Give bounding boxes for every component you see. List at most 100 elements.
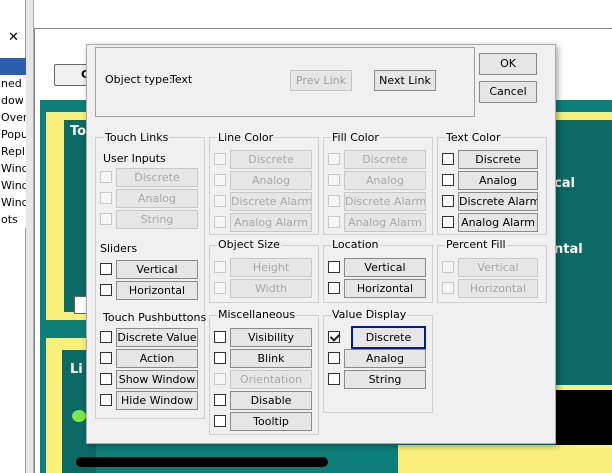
object-type-value: Text <box>170 73 193 86</box>
misc-visibility-button[interactable]: Visibility <box>230 328 312 347</box>
text-color-discrete-checkbox[interactable] <box>442 153 454 165</box>
next-link-button[interactable]: Next Link <box>374 70 436 91</box>
value-display-analog-checkbox[interactable] <box>328 352 340 364</box>
list-item[interactable]: ned <box>0 75 26 92</box>
line-color-title: Line Color <box>217 131 275 144</box>
misc-orientation-button[interactable]: Orientation <box>230 370 312 389</box>
touch-links-title: Touch Links <box>104 131 170 144</box>
pushbutton-discrete-value-button[interactable]: Discrete Value <box>116 328 198 347</box>
value-display-discrete-button[interactable]: Discrete <box>351 326 426 349</box>
value-display-string-button[interactable]: String <box>344 370 426 389</box>
pushbutton-action-checkbox[interactable] <box>100 352 112 364</box>
pushbutton-hide-window-checkbox[interactable] <box>100 394 112 406</box>
pushbutton-hide-window-button[interactable]: Hide Window <box>116 391 198 410</box>
misc-blink-checkbox[interactable] <box>214 352 226 364</box>
misc-tooltip-button[interactable]: Tooltip <box>230 412 312 431</box>
text-color-discrete-button[interactable]: Discrete <box>458 150 538 169</box>
line-color-analog-checkbox[interactable] <box>214 174 226 186</box>
prev-link-button[interactable]: Prev Link <box>290 70 352 91</box>
bg-text: ntal <box>554 242 583 257</box>
text-color-discrete-alarm-button[interactable]: Discrete Alarm <box>458 192 538 211</box>
c-button[interactable]: C <box>54 64 89 86</box>
list-item[interactable] <box>0 58 26 75</box>
percent-fill-vertical-button[interactable]: Vertical <box>458 258 538 277</box>
pushbutton-show-window-checkbox[interactable] <box>100 373 112 385</box>
user-inputs-string-button[interactable]: String <box>116 210 198 229</box>
location-horizontal-checkbox[interactable] <box>328 282 340 294</box>
location-vertical-checkbox[interactable] <box>328 261 340 273</box>
text-color-analog-alarm-button[interactable]: Analog Alarm <box>458 213 538 232</box>
line-color-discrete-alarm-checkbox[interactable] <box>214 195 226 207</box>
user-inputs-title: User Inputs <box>103 152 166 165</box>
misc-blink-button[interactable]: Blink <box>230 349 312 368</box>
misc-visibility-checkbox[interactable] <box>214 331 226 343</box>
user-inputs-discrete-button[interactable]: Discrete <box>116 168 198 187</box>
touch-pushbuttons-title: Touch Pushbuttons <box>103 311 207 324</box>
fill-color-discrete-checkbox[interactable] <box>328 153 340 165</box>
text-color-discrete-alarm-checkbox[interactable] <box>442 195 454 207</box>
user-inputs-analog-checkbox[interactable] <box>100 192 112 204</box>
object-size-title: Object Size <box>217 238 281 251</box>
sliders-horizontal-checkbox[interactable] <box>100 284 112 296</box>
miscellaneous-title: Miscellaneous <box>217 308 297 321</box>
sliders-vertical-checkbox[interactable] <box>100 263 112 275</box>
window-list: ned dow Over Popu Repl Wind Wind Wind ot… <box>0 58 26 228</box>
user-inputs-analog-button[interactable]: Analog <box>116 189 198 208</box>
list-item[interactable]: Over <box>0 109 26 126</box>
text-color-analog-alarm-checkbox[interactable] <box>442 216 454 228</box>
user-inputs-string-checkbox[interactable] <box>100 213 112 225</box>
text-color-analog-button[interactable]: Analog <box>458 171 538 190</box>
list-item[interactable]: Wind <box>0 160 26 177</box>
line-color-analog-alarm-checkbox[interactable] <box>214 216 226 228</box>
line-color-discrete-alarm-button[interactable]: Discrete Alarm <box>230 192 312 211</box>
location-horizontal-button[interactable]: Horizontal <box>344 279 426 298</box>
ok-button[interactable]: OK <box>479 53 537 75</box>
pushbutton-discrete-value-checkbox[interactable] <box>100 331 112 343</box>
line-color-discrete-checkbox[interactable] <box>214 153 226 165</box>
misc-orientation-checkbox[interactable] <box>214 373 226 385</box>
misc-tooltip-checkbox[interactable] <box>214 415 226 427</box>
object-size-width-checkbox[interactable] <box>214 282 226 294</box>
object-size-height-checkbox[interactable] <box>214 261 226 273</box>
value-display-string-checkbox[interactable] <box>328 373 340 385</box>
list-item[interactable]: Popu <box>0 126 26 143</box>
line-color-analog-alarm-button[interactable]: Analog Alarm <box>230 213 312 232</box>
user-inputs-discrete-checkbox[interactable] <box>100 171 112 183</box>
cancel-button[interactable]: Cancel <box>479 81 537 103</box>
value-display-analog-button[interactable]: Analog <box>344 349 426 368</box>
fill-color-discrete-alarm-checkbox[interactable] <box>328 195 340 207</box>
list-item[interactable]: Repl <box>0 143 26 160</box>
percent-fill-horizontal-checkbox[interactable] <box>442 282 454 294</box>
object-size-height-button[interactable]: Height <box>230 258 312 277</box>
list-item[interactable]: Wind <box>0 177 26 194</box>
list-item[interactable]: Wind <box>0 194 26 211</box>
list-item[interactable]: dow <box>0 92 26 109</box>
object-type-frame: Object type: Text Prev Link Next Link <box>95 47 475 117</box>
line-color-discrete-button[interactable]: Discrete <box>230 150 312 169</box>
green-indicator <box>72 410 86 422</box>
sliders-horizontal-button[interactable]: Horizontal <box>116 281 198 300</box>
fill-color-discrete-alarm-button[interactable]: Discrete Alarm <box>344 192 426 211</box>
list-item[interactable]: ots <box>0 211 26 228</box>
value-display-discrete-checkbox[interactable] <box>328 331 340 343</box>
percent-fill-vertical-checkbox[interactable] <box>442 261 454 273</box>
location-vertical-button[interactable]: Vertical <box>344 258 426 277</box>
sliders-title: Sliders <box>100 242 138 255</box>
fill-color-analog-alarm-button[interactable]: Analog Alarm <box>344 213 426 232</box>
text-color-analog-checkbox[interactable] <box>442 174 454 186</box>
fill-color-analog-alarm-checkbox[interactable] <box>328 216 340 228</box>
splitter[interactable] <box>26 0 34 473</box>
top-area <box>34 0 612 28</box>
fill-color-analog-checkbox[interactable] <box>328 174 340 186</box>
fill-color-discrete-button[interactable]: Discrete <box>344 150 426 169</box>
fill-color-analog-button[interactable]: Analog <box>344 171 426 190</box>
object-size-width-button[interactable]: Width <box>230 279 312 298</box>
close-icon[interactable]: ✕ <box>8 30 19 45</box>
pushbutton-show-window-button[interactable]: Show Window <box>116 370 198 389</box>
sliders-vertical-button[interactable]: Vertical <box>116 260 198 279</box>
misc-disable-button[interactable]: Disable <box>230 391 312 410</box>
misc-disable-checkbox[interactable] <box>214 394 226 406</box>
percent-fill-horizontal-button[interactable]: Horizontal <box>458 279 538 298</box>
pushbutton-action-button[interactable]: Action <box>116 349 198 368</box>
line-color-analog-button[interactable]: Analog <box>230 171 312 190</box>
